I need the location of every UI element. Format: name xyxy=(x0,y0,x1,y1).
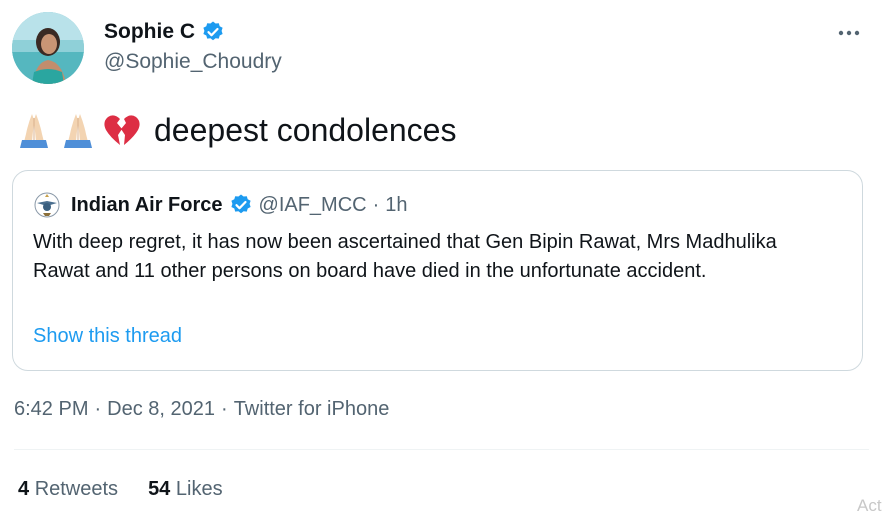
avatar-image xyxy=(12,12,84,84)
quoted-tweet-card[interactable]: Indian Air Force @IAF_MCC · 1h With deep… xyxy=(12,170,863,371)
tweet-date[interactable]: Dec 8, 2021 xyxy=(107,398,215,421)
tweet-source[interactable]: Twitter for iPhone xyxy=(234,398,390,421)
quoted-tweet-header: Indian Air Force @IAF_MCC · 1h xyxy=(33,191,408,219)
meta-separator: · xyxy=(94,398,102,420)
emoji-row xyxy=(14,110,142,150)
likes-stat[interactable]: 54 Likes xyxy=(148,478,223,501)
author-display-name[interactable]: Sophie C xyxy=(104,20,195,44)
iaf-logo-icon xyxy=(33,191,61,219)
quoted-tweet-text: With deep regret, it has now been ascert… xyxy=(33,231,777,282)
tweet-time[interactable]: 6:42 PM xyxy=(14,398,88,421)
quoted-display-name[interactable]: Indian Air Force xyxy=(71,194,223,217)
quoted-handle[interactable]: @IAF_MCC xyxy=(259,194,367,217)
verified-badge-icon xyxy=(229,193,253,217)
likes-count: 54 xyxy=(148,478,171,500)
retweets-stat[interactable]: 4 Retweets xyxy=(18,478,118,501)
quoted-separator: · xyxy=(372,193,380,216)
folded-hands-icon xyxy=(58,110,98,150)
quoted-time[interactable]: 1h xyxy=(385,194,407,217)
author-name-row[interactable]: Sophie C xyxy=(104,20,225,44)
tweet-body-text: deepest condolences xyxy=(154,112,457,148)
retweets-count: 4 xyxy=(18,478,30,500)
avatar[interactable] xyxy=(12,12,84,84)
more-icon[interactable] xyxy=(837,20,861,40)
tweet-text: deepest condolences xyxy=(14,108,456,152)
tweet-page: Sophie C @Sophie_Choudry deepest condole… xyxy=(0,0,883,518)
show-thread-link[interactable]: Show this thread xyxy=(33,325,182,348)
author-handle[interactable]: @Sophie_Choudry xyxy=(104,50,282,74)
likes-label: Likes xyxy=(175,478,223,500)
activation-watermark: Act xyxy=(857,496,882,515)
retweets-label: Retweets xyxy=(34,478,119,500)
tweet-stats: 4 Retweets 54 Likes xyxy=(18,478,223,501)
verified-badge-icon xyxy=(201,20,225,44)
meta-separator: · xyxy=(221,398,228,420)
broken-heart-icon xyxy=(102,110,142,150)
tweet-meta: 6:42 PM · Dec 8, 2021 · Twitter for iPho… xyxy=(14,398,389,421)
divider xyxy=(14,449,869,450)
folded-hands-icon xyxy=(14,110,54,150)
